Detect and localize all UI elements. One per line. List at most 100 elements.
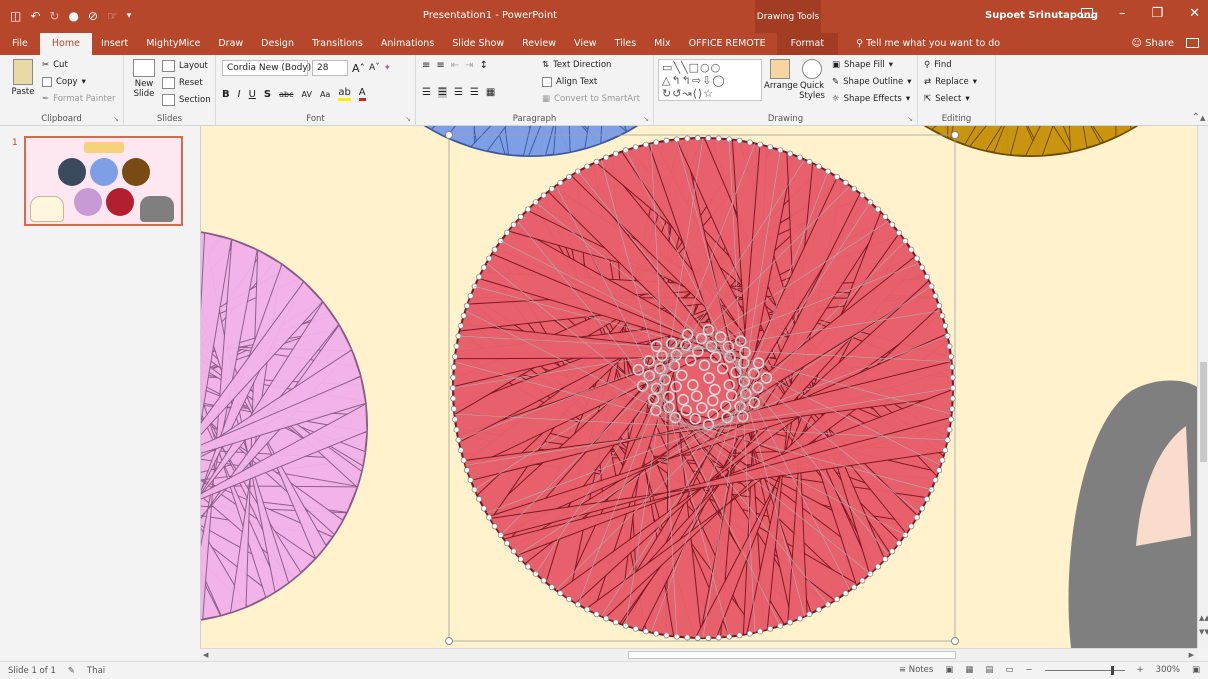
tab-transitions[interactable]: Transitions xyxy=(303,33,372,55)
zoom-out-icon[interactable]: − xyxy=(1025,665,1032,675)
clear-formatting-icon[interactable]: ✦ xyxy=(384,63,391,73)
fit-to-window-icon[interactable]: ▣ xyxy=(1192,665,1200,675)
tell-me-box[interactable]: ⚲ Tell me what you want to do xyxy=(856,33,1000,55)
customize-qat-icon[interactable]: ▾ xyxy=(127,11,132,21)
zoom-level[interactable]: 300% xyxy=(1156,665,1180,675)
shape-fill-button[interactable]: ▣ Shape Fill ▾ xyxy=(832,60,893,70)
repeat-icon[interactable]: ↻ xyxy=(49,9,59,23)
tab-office-remote[interactable]: OFFICE REMOTE xyxy=(680,33,775,55)
columns-icon[interactable]: ▦ xyxy=(486,87,495,98)
layout-button[interactable]: Layout xyxy=(162,60,208,72)
find-button[interactable]: ⚲ Find xyxy=(924,60,952,70)
slide-sorter-icon[interactable]: ▦ xyxy=(965,665,973,675)
scroll-right-icon[interactable]: ▶ xyxy=(1189,651,1194,659)
next-slide-icon[interactable]: ▼▼ xyxy=(1199,628,1208,636)
change-case-icon[interactable]: Aa xyxy=(320,90,330,99)
notes-button[interactable]: ≡ Notes xyxy=(899,665,933,675)
tab-slide-show[interactable]: Slide Show xyxy=(443,33,513,55)
tab-home[interactable]: Home xyxy=(39,33,92,55)
convert-smartart-button[interactable]: ▦ Convert to SmartArt xyxy=(542,94,640,104)
tab-design[interactable]: Design xyxy=(252,33,303,55)
tab-animations[interactable]: Animations xyxy=(372,33,443,55)
scroll-up-icon[interactable]: ▲ xyxy=(1200,114,1205,122)
close-icon[interactable]: ✕ xyxy=(1189,6,1200,21)
tab-mightymice[interactable]: MightyMice xyxy=(137,33,209,55)
quick-styles-button[interactable]: Quick Styles xyxy=(796,59,828,101)
zoom-slider[interactable] xyxy=(1044,665,1125,675)
strikethrough-icon[interactable]: abc xyxy=(279,90,293,99)
no-icon[interactable]: ⊘ xyxy=(88,9,98,23)
shapes-gallery[interactable]: ▭╲╲□○○ △↰↰⇨⇩◯ ↻↺↝⟨⟩☆ xyxy=(658,59,762,101)
tab-view[interactable]: View xyxy=(565,33,606,55)
numbering-icon[interactable]: ≡ xyxy=(436,60,444,71)
gold-yarn-ball[interactable] xyxy=(831,126,1197,157)
touch-mode-icon[interactable]: ☞ xyxy=(107,9,118,23)
grow-font-icon[interactable]: Aˆ xyxy=(352,62,365,75)
align-right-icon[interactable]: ☰ xyxy=(454,87,463,98)
gray-cat[interactable] xyxy=(1068,380,1198,648)
dialog-launcher-icon[interactable]: ↘ xyxy=(643,115,649,123)
spelling-icon[interactable]: ✎ xyxy=(68,666,75,676)
section-button[interactable]: Section xyxy=(162,94,211,106)
prev-slide-icon[interactable]: ▲▲ xyxy=(1199,614,1208,622)
bold-icon[interactable]: B xyxy=(222,89,230,100)
tab-format[interactable]: Format xyxy=(776,33,839,55)
character-spacing-icon[interactable]: AV xyxy=(302,90,312,99)
tab-tiles[interactable]: Tiles xyxy=(606,33,646,55)
slide-thumbnail[interactable] xyxy=(24,136,183,226)
replace-button[interactable]: ⇄ Replace ▾ xyxy=(924,77,977,87)
highlight-icon[interactable]: ab xyxy=(338,87,351,101)
new-slide-button[interactable]: New Slide xyxy=(128,59,160,99)
underline-icon[interactable]: U xyxy=(249,89,256,100)
tab-draw[interactable]: Draw xyxy=(209,33,252,55)
normal-view-icon[interactable]: ▣ xyxy=(945,665,953,675)
decrease-indent-icon[interactable]: ⇤ xyxy=(451,60,459,71)
align-left-icon[interactable]: ☰ xyxy=(422,87,431,98)
text-direction-button[interactable]: ⇅ Text Direction xyxy=(542,60,611,70)
shadow-icon[interactable]: S xyxy=(264,89,271,100)
tab-file[interactable]: File xyxy=(0,33,40,55)
font-color-icon[interactable]: A xyxy=(358,87,366,101)
horizontal-scrollbar[interactable]: ◀ ▶ xyxy=(200,648,1197,661)
mouse-icon[interactable]: ● xyxy=(68,9,78,23)
tab-mix[interactable]: Mix xyxy=(645,33,679,55)
paste-button[interactable]: Paste xyxy=(8,59,38,97)
undo-icon[interactable]: ↶ xyxy=(30,9,40,23)
slide-canvas[interactable] xyxy=(200,126,1197,648)
scroll-left-icon[interactable]: ◀ xyxy=(203,651,208,659)
comments-icon[interactable] xyxy=(1186,38,1199,48)
save-icon[interactable]: ◫ xyxy=(10,9,21,23)
slideshow-view-icon[interactable]: ▭ xyxy=(1005,665,1013,675)
line-spacing-icon[interactable]: ↕ xyxy=(480,60,488,71)
justify-icon[interactable]: ☰ xyxy=(470,87,479,98)
format-painter-button[interactable]: ✒ Format Painter xyxy=(42,94,116,104)
zoom-slider-thumb[interactable] xyxy=(1110,665,1114,675)
italic-icon[interactable]: I xyxy=(238,89,241,100)
pink-yarn-ball[interactable] xyxy=(201,230,368,622)
share-button[interactable]: ☺ Share xyxy=(1132,33,1174,55)
vertical-scrollbar[interactable]: ▲ ▲▲ ▼▼ xyxy=(1197,114,1208,648)
increase-indent-icon[interactable]: ⇥ xyxy=(465,60,473,71)
font-name-dropdown[interactable]: Cordia New (Body) xyxy=(222,60,311,76)
font-size-dropdown[interactable]: 28 xyxy=(312,60,348,76)
red-yarn-ball[interactable] xyxy=(452,137,954,639)
minimize-icon[interactable]: – xyxy=(1119,6,1126,21)
cut-button[interactable]: ✂ Cut xyxy=(42,60,68,70)
tab-review[interactable]: Review xyxy=(513,33,565,55)
arrange-button[interactable]: Arrange xyxy=(764,59,798,91)
shrink-font-icon[interactable]: Aˇ xyxy=(369,63,380,73)
shape-effects-button[interactable]: ☼ Shape Effects ▾ xyxy=(832,94,910,104)
shape-outline-button[interactable]: ✎ Shape Outline ▾ xyxy=(832,77,911,87)
align-text-button[interactable]: Align Text xyxy=(542,77,597,87)
restore-icon[interactable]: ❐ xyxy=(1151,6,1163,21)
dialog-launcher-icon[interactable]: ↘ xyxy=(113,115,119,123)
horizontal-scroll-thumb[interactable] xyxy=(628,651,956,659)
vertical-scroll-thumb[interactable] xyxy=(1200,362,1207,462)
reset-button[interactable]: Reset xyxy=(162,77,203,89)
dialog-launcher-icon[interactable]: ↘ xyxy=(907,115,913,123)
ribbon-display-icon[interactable] xyxy=(1080,6,1093,21)
align-center-icon[interactable]: ☰ xyxy=(437,87,447,98)
copy-button[interactable]: Copy ▾ xyxy=(42,77,86,87)
tab-insert[interactable]: Insert xyxy=(92,33,137,55)
collapse-ribbon-icon[interactable]: ⌃ xyxy=(1192,112,1200,123)
